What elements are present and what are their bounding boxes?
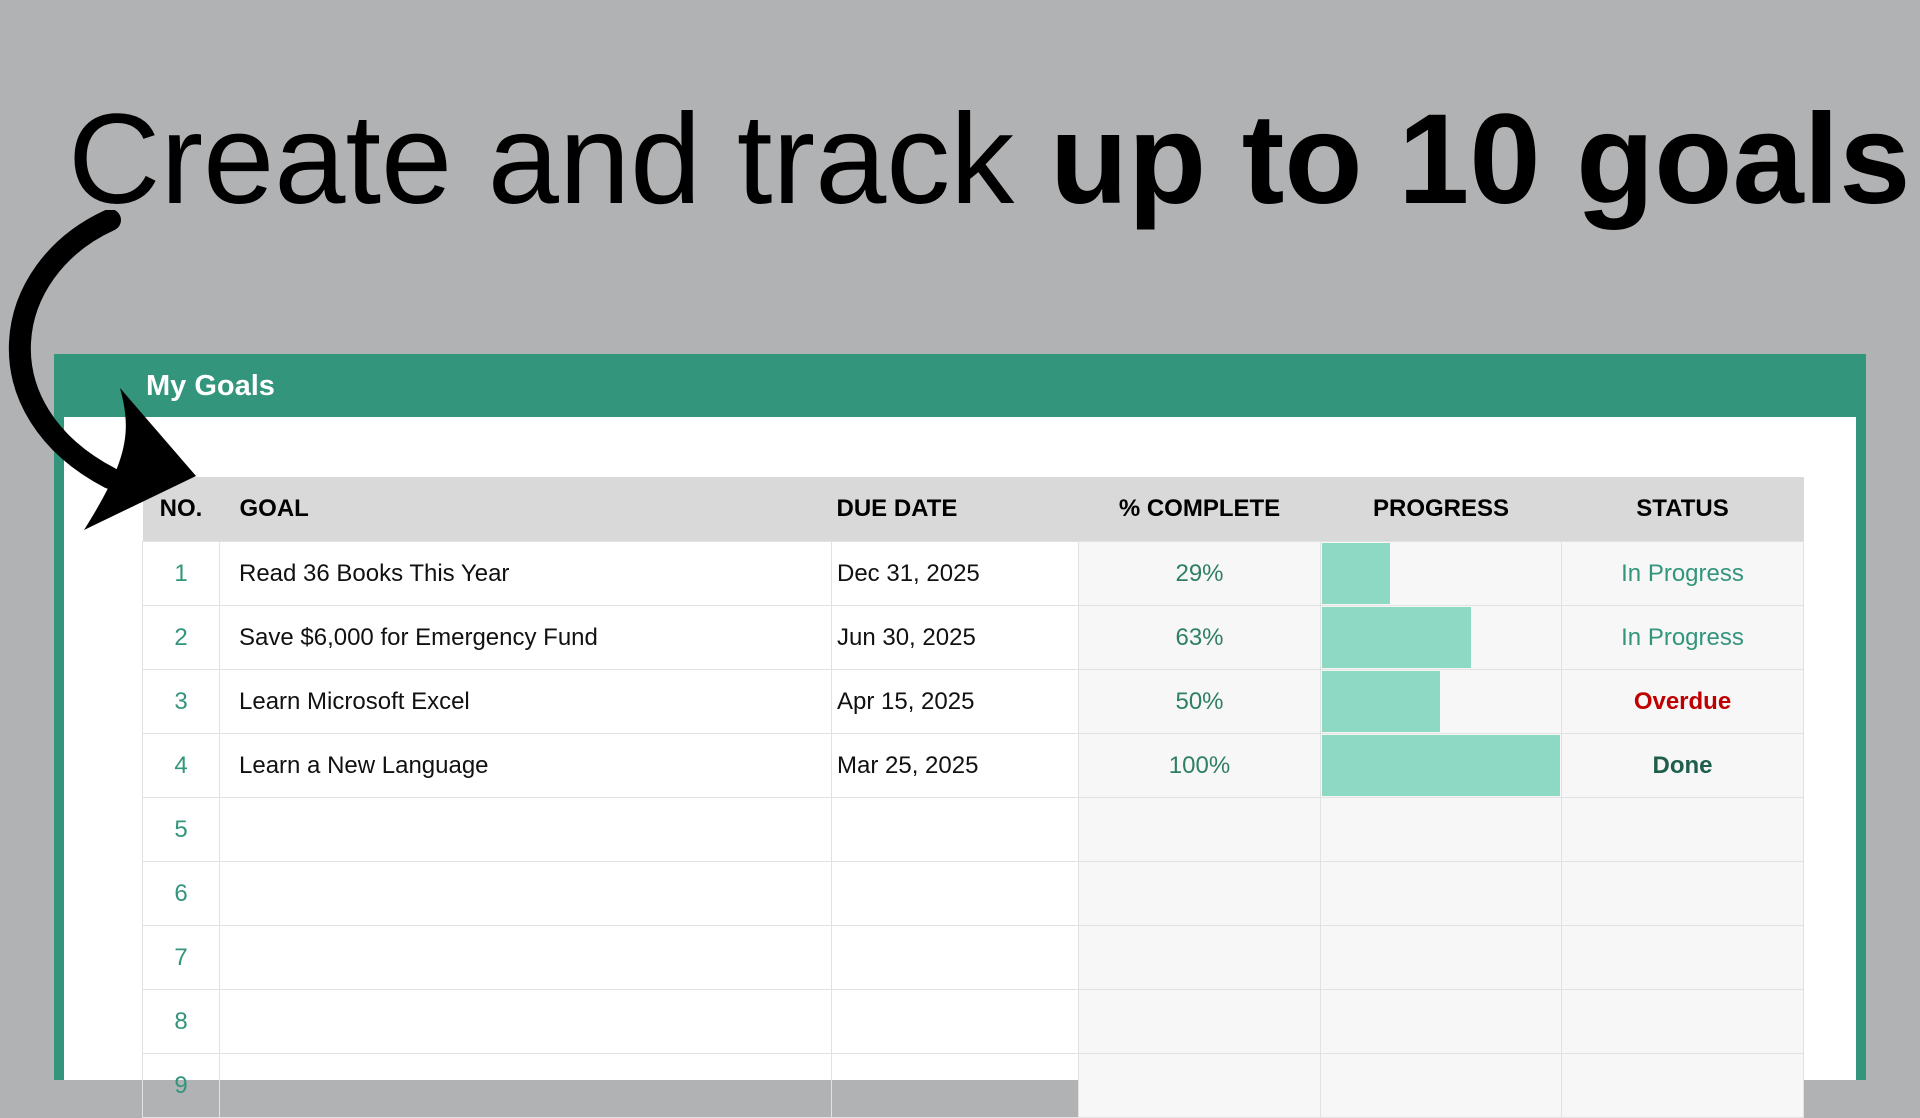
status-cell[interactable]: In Progress (1561, 605, 1804, 670)
headline-emphasis: up to 10 goals (1049, 88, 1911, 231)
header-row: NO. GOAL DUE DATE % COMPLETE PROGRESS ST… (142, 477, 1804, 542)
table-row: 2 Save $6,000 for Emergency Fund Jun 30, 2… (142, 605, 1804, 670)
row-number[interactable]: 6 (142, 861, 220, 926)
table-row: 9 (142, 1053, 1804, 1118)
header-goal: GOAL (219, 477, 832, 542)
table-row: 3 Learn Microsoft Excel Apr 15, 2025 50% Ove… (142, 669, 1804, 734)
row-number[interactable]: 8 (142, 989, 220, 1054)
goal-cell[interactable]: Read 36 Books This Year (219, 541, 832, 606)
goal-cell[interactable] (219, 1053, 832, 1118)
goal-cell[interactable]: Learn Microsoft Excel (219, 669, 832, 734)
percent-complete-cell[interactable]: 100% (1078, 733, 1321, 798)
progress-cell[interactable] (1320, 797, 1562, 862)
row-number[interactable]: 7 (142, 925, 220, 990)
table-row: 6 (142, 861, 1804, 926)
progress-cell[interactable] (1320, 541, 1562, 606)
table-row: 4 Learn a New Language Mar 25, 2025 100% Don… (142, 733, 1804, 798)
progress-cell[interactable] (1320, 605, 1562, 670)
table-row: 7 (142, 925, 1804, 990)
percent-complete-cell[interactable]: 29% (1078, 541, 1321, 606)
progress-cell[interactable] (1320, 669, 1562, 734)
progress-cell[interactable] (1320, 989, 1562, 1054)
due-date-cell[interactable]: Apr 15, 2025 (831, 669, 1079, 734)
due-date-cell[interactable] (831, 1053, 1079, 1118)
goal-cell[interactable] (219, 861, 832, 926)
row-number[interactable]: 2 (142, 605, 220, 670)
status-cell[interactable]: Done (1561, 733, 1804, 798)
row-number[interactable]: 4 (142, 733, 220, 798)
goal-cell[interactable] (219, 925, 832, 990)
progress-bar-fill (1322, 735, 1560, 796)
status-cell[interactable] (1561, 989, 1804, 1054)
due-date-cell[interactable] (831, 989, 1079, 1054)
goal-cell[interactable] (219, 989, 832, 1054)
percent-complete-cell[interactable] (1078, 925, 1321, 990)
goals-sheet: NO. GOAL DUE DATE % COMPLETE PROGRESS ST… (64, 417, 1856, 1118)
table-row: 8 (142, 989, 1804, 1054)
percent-complete-cell[interactable] (1078, 861, 1321, 926)
table-row: 1 Read 36 Books This Year Dec 31, 2025 29% I… (142, 541, 1804, 606)
curved-arrow-icon (8, 210, 196, 530)
goals-table: NO. GOAL DUE DATE % COMPLETE PROGRESS ST… (142, 477, 1804, 1118)
goal-cell[interactable]: Learn a New Language (219, 733, 832, 798)
header-due-date: DUE DATE (831, 477, 1079, 542)
status-cell[interactable] (1561, 1053, 1804, 1118)
table-row: 5 (142, 797, 1804, 862)
status-cell[interactable]: In Progress (1561, 541, 1804, 606)
headline-suffix: ! (1910, 88, 1920, 231)
due-date-cell[interactable] (831, 925, 1079, 990)
row-number[interactable]: 1 (142, 541, 220, 606)
due-date-cell[interactable]: Mar 25, 2025 (831, 733, 1079, 798)
percent-complete-cell[interactable]: 50% (1078, 669, 1321, 734)
progress-cell[interactable] (1320, 1053, 1562, 1118)
progress-bar-fill (1322, 671, 1440, 732)
headline: Create and track up to 10 goals! (68, 96, 1920, 224)
due-date-cell[interactable] (831, 797, 1079, 862)
row-number[interactable]: 3 (142, 669, 220, 734)
header-percent-complete: % COMPLETE (1078, 477, 1321, 542)
status-cell[interactable] (1561, 925, 1804, 990)
row-number[interactable]: 9 (142, 1053, 220, 1118)
status-cell[interactable] (1561, 797, 1804, 862)
percent-complete-cell[interactable] (1078, 1053, 1321, 1118)
goal-cell[interactable]: Save $6,000 for Emergency Fund (219, 605, 832, 670)
progress-bar-fill (1322, 543, 1390, 604)
header-progress: PROGRESS (1320, 477, 1562, 542)
progress-cell[interactable] (1320, 861, 1562, 926)
status-cell[interactable] (1561, 861, 1804, 926)
progress-cell[interactable] (1320, 733, 1562, 798)
header-status: STATUS (1561, 477, 1804, 542)
progress-cell[interactable] (1320, 925, 1562, 990)
percent-complete-cell[interactable] (1078, 797, 1321, 862)
progress-bar-fill (1322, 607, 1472, 668)
goals-panel: My Goals NO. GOAL DUE DATE % COMPLETE PR… (54, 354, 1866, 1118)
row-number[interactable]: 5 (142, 797, 220, 862)
percent-complete-cell[interactable] (1078, 989, 1321, 1054)
goal-cell[interactable] (219, 797, 832, 862)
due-date-cell[interactable]: Dec 31, 2025 (831, 541, 1079, 606)
headline-prefix: Create and track (68, 88, 1050, 231)
status-cell[interactable]: Overdue (1561, 669, 1804, 734)
due-date-cell[interactable]: Jun 30, 2025 (831, 605, 1079, 670)
due-date-cell[interactable] (831, 861, 1079, 926)
percent-complete-cell[interactable]: 63% (1078, 605, 1321, 670)
